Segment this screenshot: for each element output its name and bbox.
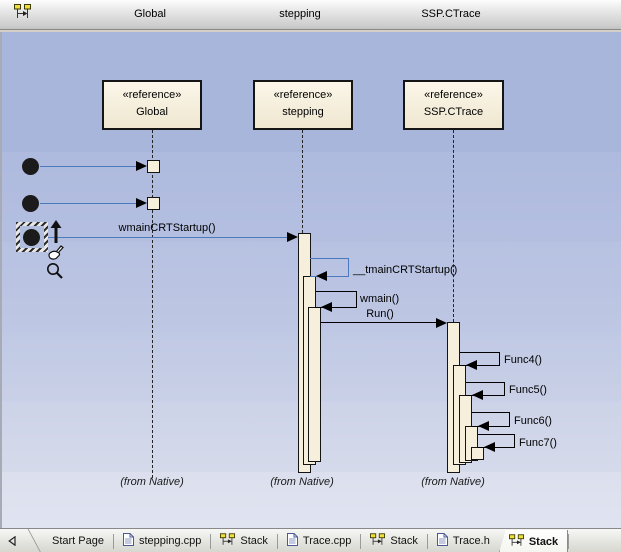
tab-trace-cpp[interactable]: Trace.cpp [278, 529, 361, 552]
tab-label: Start Page [52, 535, 104, 547]
tab-separator [568, 534, 569, 549]
found-message-endpoint-3[interactable] [23, 229, 40, 246]
lifeline-name: Global [104, 106, 200, 118]
sequence-diagram-window: Global stepping SSP.CTrace «reference» G… [0, 0, 621, 552]
lifeline-ssp-ctrace[interactable] [453, 130, 454, 322]
arrowhead-icon [316, 271, 327, 281]
lifeline-head-ssp-ctrace[interactable]: «reference» SSP.CTrace [403, 80, 504, 130]
arrowhead-icon [484, 442, 495, 452]
tab-stack-active[interactable]: Stack [499, 530, 568, 552]
arrowhead-icon [472, 390, 483, 400]
activation-global-2[interactable] [147, 197, 160, 210]
sequence-diagram-icon [509, 534, 524, 550]
arrowhead-icon [287, 232, 298, 242]
tab-stepping-cpp[interactable]: stepping.cpp [114, 529, 210, 552]
message-label: Func4() [504, 354, 542, 366]
lifeline-head-global[interactable]: «reference» Global [102, 80, 202, 130]
found-message-line-1[interactable] [40, 166, 136, 167]
message-label: Func7() [519, 437, 557, 449]
sequence-diagram-icon [220, 533, 235, 549]
tab-label: Stack [529, 536, 558, 548]
activation-global-1[interactable] [147, 160, 160, 173]
arrowhead-icon [466, 360, 477, 370]
from-native-note-ssp-ctrace: (from Native) [403, 476, 503, 488]
diagram-column-header: Global stepping SSP.CTrace [0, 0, 621, 30]
document-icon [123, 533, 134, 549]
column-header-ssp-ctrace: SSP.CTrace [401, 8, 501, 20]
lifeline-name: stepping [255, 106, 351, 118]
lifeline-name: SSP.CTrace [405, 106, 502, 118]
tab-trace-h[interactable]: Trace.h [428, 529, 499, 552]
stereotype-label: «reference» [104, 89, 200, 101]
arrowhead-icon [136, 161, 147, 171]
tab-label: Stack [390, 535, 418, 547]
message-line-run[interactable] [321, 322, 436, 323]
lifeline-head-stepping[interactable]: «reference» stepping [253, 80, 353, 130]
stereotype-label: «reference» [405, 89, 502, 101]
arrowhead-icon [436, 318, 447, 328]
sequence-diagram-icon [370, 533, 385, 549]
message-label: Run() [340, 308, 420, 320]
found-message-line-2[interactable] [40, 203, 136, 204]
arrowhead-icon [321, 302, 332, 312]
message-label: wmain() [360, 293, 399, 305]
tab-label: Stack [240, 535, 268, 547]
message-label: Func5() [509, 384, 547, 396]
arrowhead-icon [136, 198, 147, 208]
tab-stack-2[interactable]: Stack [361, 529, 427, 552]
document-icon [287, 533, 298, 549]
message-label: __tmainCRTStartup() [353, 264, 457, 276]
column-header-global: Global [100, 8, 200, 20]
activation-stepping-wmain[interactable] [308, 307, 321, 462]
from-native-note-global: (from Native) [102, 476, 202, 488]
sequence-diagram-canvas[interactable]: «reference» Global «reference» stepping … [0, 32, 621, 528]
message-label: wmainCRTStartup() [94, 222, 240, 234]
lifeline-stepping[interactable] [302, 130, 303, 233]
stereotype-label: «reference» [255, 89, 351, 101]
tab-label: stepping.cpp [139, 535, 201, 547]
document-tab-bar: Start Page stepping.cpp [0, 528, 621, 552]
column-header-stepping: stepping [250, 8, 350, 20]
tab-label: Trace.cpp [303, 535, 352, 547]
found-message-endpoint-1[interactable] [22, 158, 39, 175]
magnifier-icon[interactable] [45, 261, 65, 286]
tab-stack-1[interactable]: Stack [211, 529, 277, 552]
found-message-endpoint-2[interactable] [22, 195, 39, 212]
activation-ctrace-func7[interactable] [471, 447, 484, 460]
sequence-diagram-icon [14, 3, 31, 24]
message-line-wmaincrtstartup[interactable] [48, 237, 287, 238]
arrowhead-icon [478, 421, 489, 431]
from-native-note-stepping: (from Native) [252, 476, 352, 488]
tab-start-page[interactable]: Start Page [43, 529, 113, 552]
message-label: Func6() [514, 415, 552, 427]
document-icon [437, 533, 448, 549]
lifeline-global[interactable] [152, 130, 153, 478]
tab-label: Trace.h [453, 535, 490, 547]
